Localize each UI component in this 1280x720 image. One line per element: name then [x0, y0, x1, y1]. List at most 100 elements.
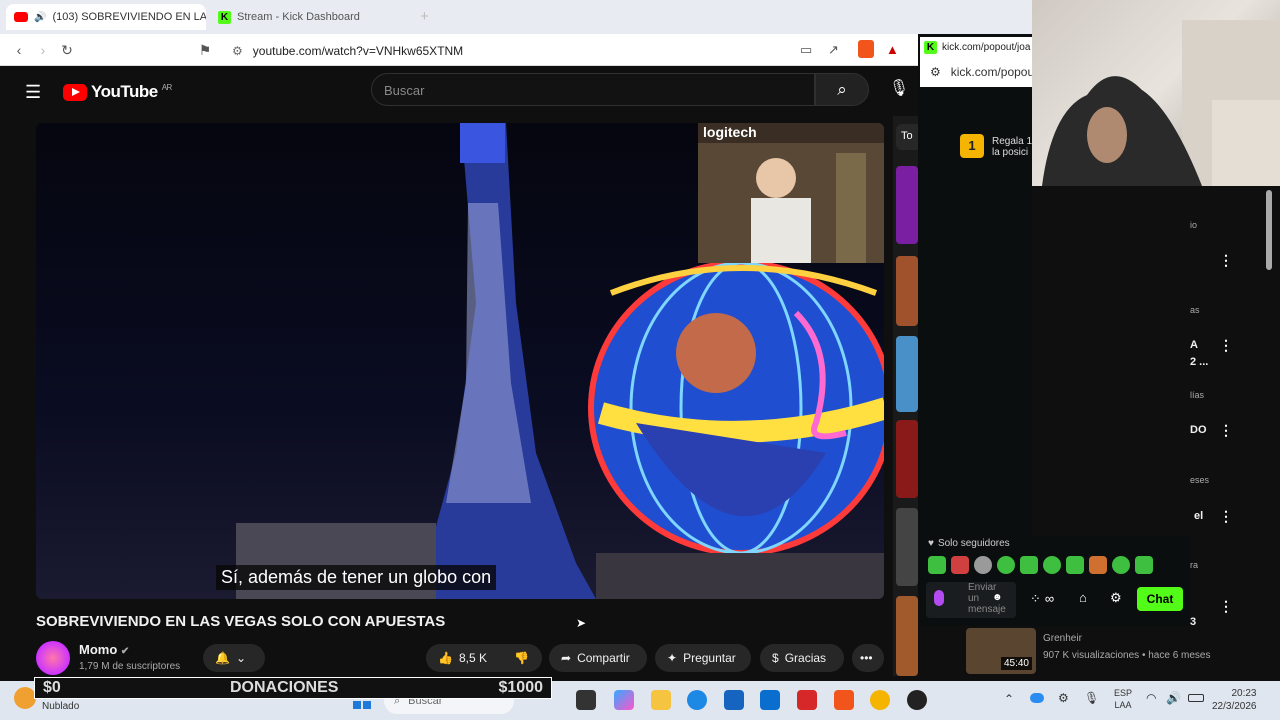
obs-icon[interactable]	[907, 690, 927, 710]
thanks-button[interactable]: $ Gracias	[760, 644, 844, 672]
leaderboard-text: Regala 1 la posici	[992, 136, 1032, 158]
emote-icon[interactable]	[1066, 556, 1084, 574]
more-vert-icon[interactable]: ⋮	[1219, 337, 1233, 354]
battery-icon[interactable]	[1188, 694, 1204, 702]
infinity-icon[interactable]: ∞	[1045, 591, 1054, 607]
more-actions-button[interactable]: •••	[852, 644, 884, 672]
more-vert-icon[interactable]: ⋮	[1219, 508, 1233, 525]
mic-icon[interactable]	[934, 590, 944, 606]
start-tile	[353, 701, 361, 709]
weather-icon[interactable]	[14, 687, 36, 709]
search-button[interactable]: ⌕	[815, 73, 869, 106]
rec-text-fragment: io	[1190, 220, 1198, 230]
channel-avatar[interactable]	[36, 641, 70, 675]
brave-shield-icon[interactable]	[858, 40, 874, 58]
rec-thumbnail[interactable]	[896, 256, 918, 326]
more-vert-icon[interactable]: ⋮	[1219, 598, 1233, 615]
rec-thumbnail[interactable]: 45:40	[966, 628, 1036, 674]
emote-icon[interactable]	[1089, 556, 1107, 574]
kick-chat-popout	[918, 34, 1032, 594]
more-vert-icon[interactable]: ⋮	[1219, 422, 1233, 439]
channel-name-text: Momo	[79, 642, 118, 657]
cast-icon[interactable]: ▭	[800, 42, 812, 58]
store-app-icon[interactable]	[724, 690, 744, 710]
sparkle-icon: ✦	[667, 651, 678, 665]
clock-time: 20:23	[1231, 688, 1257, 699]
subscribed-bell-button[interactable]: 🔔 ⌄	[203, 644, 265, 672]
brave-icon[interactable]	[834, 690, 854, 710]
chip-top[interactable]: To	[896, 124, 920, 150]
emote-icon[interactable]	[928, 556, 946, 574]
thanks-label: Gracias	[784, 651, 827, 665]
tab-title: (103) SOBREVIVIENDO EN LA	[52, 11, 206, 23]
rec-thumbnail[interactable]	[896, 420, 918, 498]
share-icon[interactable]: ↗	[828, 42, 839, 58]
lang-line: ESP	[1114, 688, 1133, 698]
popout-url-field[interactable]: kick.com/popou	[951, 65, 1034, 79]
dislike-button[interactable]: 👎	[502, 644, 542, 672]
like-button[interactable]: 👍 8,5 K	[426, 644, 502, 672]
outlook-icon[interactable]	[760, 690, 780, 710]
emote-icon[interactable]	[1135, 556, 1153, 574]
chat-send-button[interactable]: Chat	[1137, 587, 1183, 611]
brave-rewards-icon[interactable]: ▲	[886, 42, 899, 57]
rec-thumbnail[interactable]	[896, 166, 918, 244]
onedrive-icon[interactable]	[1030, 693, 1044, 703]
reload-icon[interactable]: ↻	[58, 42, 76, 59]
tray-chevron-icon[interactable]: ⌃	[1004, 692, 1014, 706]
youtube-logo[interactable]: YouTube AR	[63, 82, 172, 102]
leaderboard-line: la posici	[992, 147, 1029, 158]
rec-thumbnail[interactable]	[896, 508, 918, 586]
emote-icon[interactable]	[974, 556, 992, 574]
share-button[interactable]: ➦ Compartir	[549, 644, 647, 672]
task-view-icon[interactable]	[576, 690, 596, 710]
rec-thumbnail[interactable]	[896, 336, 918, 412]
tab-youtube[interactable]: 🔊 (103) SOBREVIVIENDO EN LA ×	[6, 4, 206, 30]
emote-icon[interactable]	[1020, 556, 1038, 574]
volume-icon[interactable]: 🔊	[1166, 691, 1181, 705]
clock[interactable]: 20:23 22/3/2026	[1212, 687, 1257, 713]
store-icon[interactable]: ⌂	[1079, 590, 1087, 605]
bookmark-icon[interactable]: ⚑	[196, 42, 214, 59]
channel-name[interactable]: Momo ✔	[79, 642, 129, 657]
rec-text-fragment: 2 ...	[1190, 356, 1209, 368]
url-text: youtube.com/watch?v=VNHkw65XTNM	[252, 44, 464, 58]
video-player[interactable]	[36, 123, 884, 599]
message-input[interactable]: Enviar un mensaje ☻	[926, 582, 1016, 618]
edge-icon[interactable]	[687, 690, 707, 710]
site-info-icon[interactable]: ⚙	[232, 44, 243, 58]
tab-kick-dashboard[interactable]: K Stream - Kick Dashboard	[210, 4, 410, 30]
rec-thumbnail[interactable]	[896, 596, 918, 676]
scrollbar-thumb[interactable]	[1266, 190, 1272, 270]
search-input[interactable]: Buscar	[371, 73, 815, 106]
tray-app-icon[interactable]: ⚙	[1058, 691, 1069, 705]
forward-icon[interactable]: ›	[34, 42, 52, 58]
kick-favicon-icon: K	[924, 41, 937, 54]
file-explorer-icon[interactable]	[651, 690, 671, 710]
emoji-icon[interactable]: ☻	[992, 592, 1003, 603]
input-language[interactable]: ESP LAA	[1114, 687, 1132, 711]
new-tab-icon[interactable]: +	[420, 8, 429, 25]
rec-text-fragment: as	[1190, 305, 1200, 315]
ask-button[interactable]: ✦ Preguntar	[655, 644, 751, 672]
mic-icon[interactable]: 🎙	[888, 78, 910, 100]
verified-icon: ✔	[120, 646, 130, 657]
back-icon[interactable]: ‹	[10, 42, 28, 58]
site-info-icon[interactable]: ⚙	[930, 65, 941, 79]
copilot-icon[interactable]	[614, 690, 634, 710]
emote-icon[interactable]	[1112, 556, 1130, 574]
rec-meta: 907 K visualizaciones • hace 6 meses	[1043, 650, 1211, 661]
wifi-icon[interactable]: ◠	[1146, 691, 1156, 705]
dots-icon[interactable]: ⁘	[1030, 591, 1041, 607]
microphone-tray-icon[interactable]: 🎙	[1084, 691, 1099, 705]
chrome-canary-icon[interactable]	[870, 690, 890, 710]
emote-icon[interactable]	[1043, 556, 1061, 574]
emote-icon[interactable]	[951, 556, 969, 574]
more-vert-icon[interactable]: ⋮	[1219, 252, 1233, 269]
wps-icon[interactable]	[797, 690, 817, 710]
placeholder-line: mensaje	[968, 604, 1006, 615]
settings-gear-icon[interactable]: ⚙	[1110, 590, 1122, 606]
emote-icon[interactable]	[997, 556, 1015, 574]
more-icon: •••	[860, 651, 873, 665]
menu-icon[interactable]: ☰	[25, 82, 41, 103]
